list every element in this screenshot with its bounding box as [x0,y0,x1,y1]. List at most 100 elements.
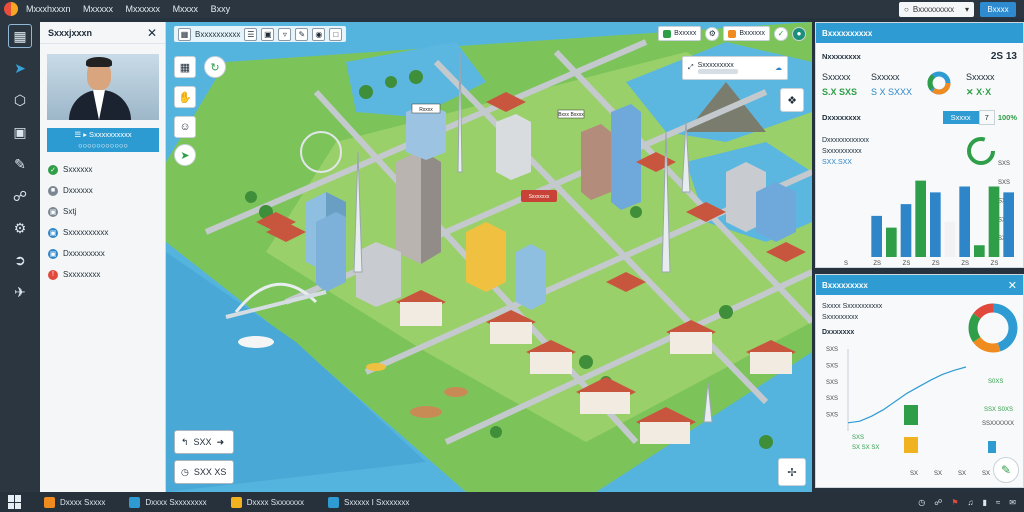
account-dropdown[interactable]: ○ Bxxxxxxxxx ▾ [899,1,974,17]
bar [974,245,985,257]
x-tick-label: SX [958,471,966,477]
drone-icon: ✢ [787,466,797,479]
clock-icon[interactable]: ◷ [918,498,925,507]
chart-icon: ▣ [48,248,58,259]
edit-button[interactable]: ✎ [993,457,1019,483]
document-icon: ▣ [48,206,58,217]
character-name: ☰ ▸ Sxxxxxxxxxx [74,130,132,139]
edit-icon[interactable]: ✎ [8,152,32,176]
city-map-viewport[interactable]: Rxxxx Sxxxxxxx Bxxx Bxxxx ▦ Bxxxxxxxxxx … [166,22,812,492]
list-item[interactable]: ■ Dxxxxxx [48,183,157,198]
stat-block: Sxxxxx S X SXXX [871,72,913,97]
taskbar-item[interactable]: Dxxxx Sxxxx [44,496,105,508]
menu-item[interactable]: Bxxy [211,4,231,14]
locate-button[interactable]: ➤ [174,144,196,166]
wifi-icon[interactable]: ≈ [996,498,1000,507]
time-control[interactable]: ◷ SXX XS [174,460,234,484]
main-menu: Mxxxhxxxn Mxxxxx Mxxxxxx Mxxxx Bxxy [26,4,240,14]
pen-icon[interactable]: ✎ [295,27,309,41]
tools-icon[interactable]: ⚙ [8,216,32,240]
filter-icon[interactable]: ▿ [278,27,292,41]
y-tick-label: SXS [826,413,838,419]
tab-value[interactable]: 7 [978,110,995,125]
taskbar-item[interactable]: Sxxxxx I Sxxxxxxx [328,496,409,508]
list-item[interactable]: ▣ Dxxxxxxxxx [48,246,157,261]
menu-item[interactable]: Mxxxxxx [126,4,161,14]
donut-small [927,71,951,95]
globe-icon[interactable]: ● [792,26,806,41]
close-icon[interactable]: ✕ [1008,279,1017,292]
x-tick-label: ZS [961,261,969,267]
menu-item[interactable]: Mxxxhxxxn [26,4,71,14]
status-chip[interactable]: Bxxxxxx [723,26,770,41]
map-tool-button[interactable]: ☺ [174,116,196,138]
bar [886,227,897,257]
list-item[interactable]: ! Sxxxxxxxx [48,267,157,282]
top-action-button[interactable]: Bxxxx [980,1,1016,17]
map-tool-button[interactable]: ✋ [174,86,196,108]
alert-icon[interactable]: ⚑ [951,498,958,507]
list-item[interactable]: ✓ Sxxxxxx [48,162,157,177]
start-menu-icon[interactable] [8,495,22,509]
layers-icon[interactable]: ▣ [8,120,32,144]
taskbar-item[interactable]: Dxxxx Sxxxxxxx [230,496,304,508]
list-icon[interactable]: ☰ [244,27,258,41]
trend-bar-green [904,405,918,425]
check-circle-icon[interactable]: ✓ [774,26,788,41]
chat-icon[interactable]: ☍ [8,184,32,208]
note-icon[interactable]: □ [329,27,343,41]
image-icon[interactable]: ▣ [261,27,275,41]
grid-icon[interactable]: ▦ [178,27,191,41]
trend-right-value: SSXXXXXX [982,421,1014,427]
refresh-icon: ↻ [210,61,220,74]
character-name-bar[interactable]: ☰ ▸ Sxxxxxxxxxx ○○○○○○○○○○○ [47,128,159,152]
network-icon[interactable]: ☍ [934,498,942,507]
taskbar-item[interactable]: Dxxxx Sxxxxxxxx [129,496,207,508]
bar [1003,192,1014,257]
map-status-chips: Bxxxxx ⚙ Bxxxxxx ✓ ● [658,26,806,41]
settings-icon[interactable]: ⚙ [705,26,720,41]
x-tick-label: ZS [873,261,881,267]
route-control[interactable]: ↰ SXX ➜ [174,430,234,454]
avatar [47,54,159,120]
chevron-down-icon: ▾ [964,4,969,14]
network-icon[interactable]: ✈ [8,280,32,304]
selection-header: Sxxxjxxxn ✕ [40,22,165,44]
top-menu-bar: Mxxxhxxxn Mxxxxx Mxxxxxx Mxxxx Bxxy ○ Bx… [0,0,1024,18]
progress-bar [697,69,738,74]
menu-item[interactable]: Mxxxx [173,4,199,14]
location-pin-icon[interactable]: ➤ [8,56,32,80]
bar [930,192,941,257]
cloud-icon: ☁ [775,65,782,72]
dashboard-icon[interactable]: ▦ [8,24,32,48]
list-item[interactable]: ▣ Sxtj [48,204,157,219]
navigation-icon[interactable]: ➲ [8,248,32,272]
list-item[interactable]: ▣ Sxxxxxxxxxx [48,225,157,240]
notification-icon[interactable]: ✉ [1009,498,1016,507]
compass-button[interactable]: ❖ [780,88,804,112]
drone-button[interactable]: ✢ [778,458,806,486]
map-toolbar: ▦ Bxxxxxxxxxx ☰ ▣ ▿ ✎ ◉ □ [174,26,347,42]
trend-right-value: SSX S0XS [984,407,1013,413]
status-chip[interactable]: Bxxxxx [658,26,702,41]
menu-item[interactable]: Mxxxxx [83,4,113,14]
battery-icon[interactable]: ▮ [983,498,987,507]
stat-block: Sxxxxx ✕ X·X [966,72,995,97]
refresh-button[interactable]: ↻ [204,56,226,78]
hexagon-icon[interactable]: ⬡ [8,88,32,112]
expand-icon: ⤢ [688,64,694,71]
map-tool-button[interactable]: ▦ [174,56,196,78]
y-tick-label: SXS [826,396,838,402]
tab-active[interactable]: Sxxxx [942,111,979,124]
map-label: Bxxx Bxxxx [558,112,584,118]
volume-icon[interactable]: ♫ [968,498,974,507]
close-icon[interactable]: ✕ [147,26,157,40]
y-tick-label: SXS [998,161,1010,167]
x-tick-label: S [844,261,848,267]
folder-icon: ▣ [48,227,58,238]
trend-bottom-value: SXS [852,435,864,441]
map-toolbar-label: Bxxxxxxxxxx [195,29,241,39]
camera-icon[interactable]: ◉ [312,27,326,41]
clock-icon: ◷ [181,466,189,477]
x-tick-label: ZS [932,261,940,267]
